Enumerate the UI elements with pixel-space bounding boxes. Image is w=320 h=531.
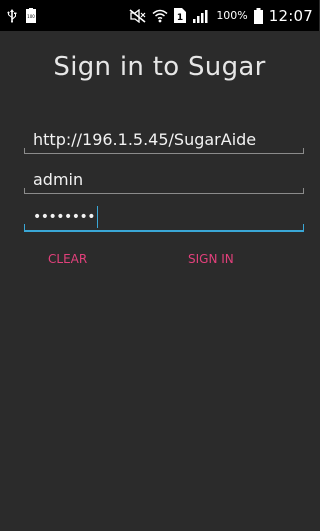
clear-button[interactable]: CLEAR — [48, 252, 87, 266]
battery-percent: 100% — [216, 9, 248, 22]
status-right: 1 100% 12:07 — [129, 7, 313, 25]
field-corner-right — [303, 148, 304, 153]
battery-small-label: 100 — [27, 14, 35, 19]
server-url-field[interactable]: http://196.1.5.45/SugarAide — [24, 126, 304, 154]
wifi-icon — [152, 9, 168, 23]
sim-icon: 1 — [174, 8, 187, 23]
password-field[interactable]: •••••••• — [24, 204, 304, 232]
usb-icon — [6, 8, 18, 23]
text-cursor — [97, 206, 99, 228]
signal-icon — [192, 9, 210, 23]
status-time: 12:07 — [268, 6, 313, 25]
password-mask: •••••••• — [33, 209, 96, 225]
battery-icon — [253, 7, 263, 24]
username-field[interactable]: admin — [24, 166, 304, 194]
status-bar: 100 1 100% 12:07 — [0, 0, 319, 31]
sign-in-button[interactable]: SIGN IN — [188, 252, 234, 266]
field-corner-right — [303, 188, 304, 193]
field-corner-right — [303, 224, 304, 230]
field-corner-left — [24, 148, 25, 153]
status-left: 100 — [6, 8, 36, 23]
battery-small-icon: 100 — [26, 8, 36, 23]
mute-icon — [129, 8, 146, 23]
field-corner-left — [24, 188, 25, 193]
field-corner-left — [24, 224, 25, 230]
sim-number: 1 — [177, 13, 183, 23]
username-value: admin — [33, 170, 84, 189]
server-url-value: http://196.1.5.45/SugarAide — [33, 130, 257, 149]
page-title: Sign in to Sugar — [53, 52, 266, 82]
